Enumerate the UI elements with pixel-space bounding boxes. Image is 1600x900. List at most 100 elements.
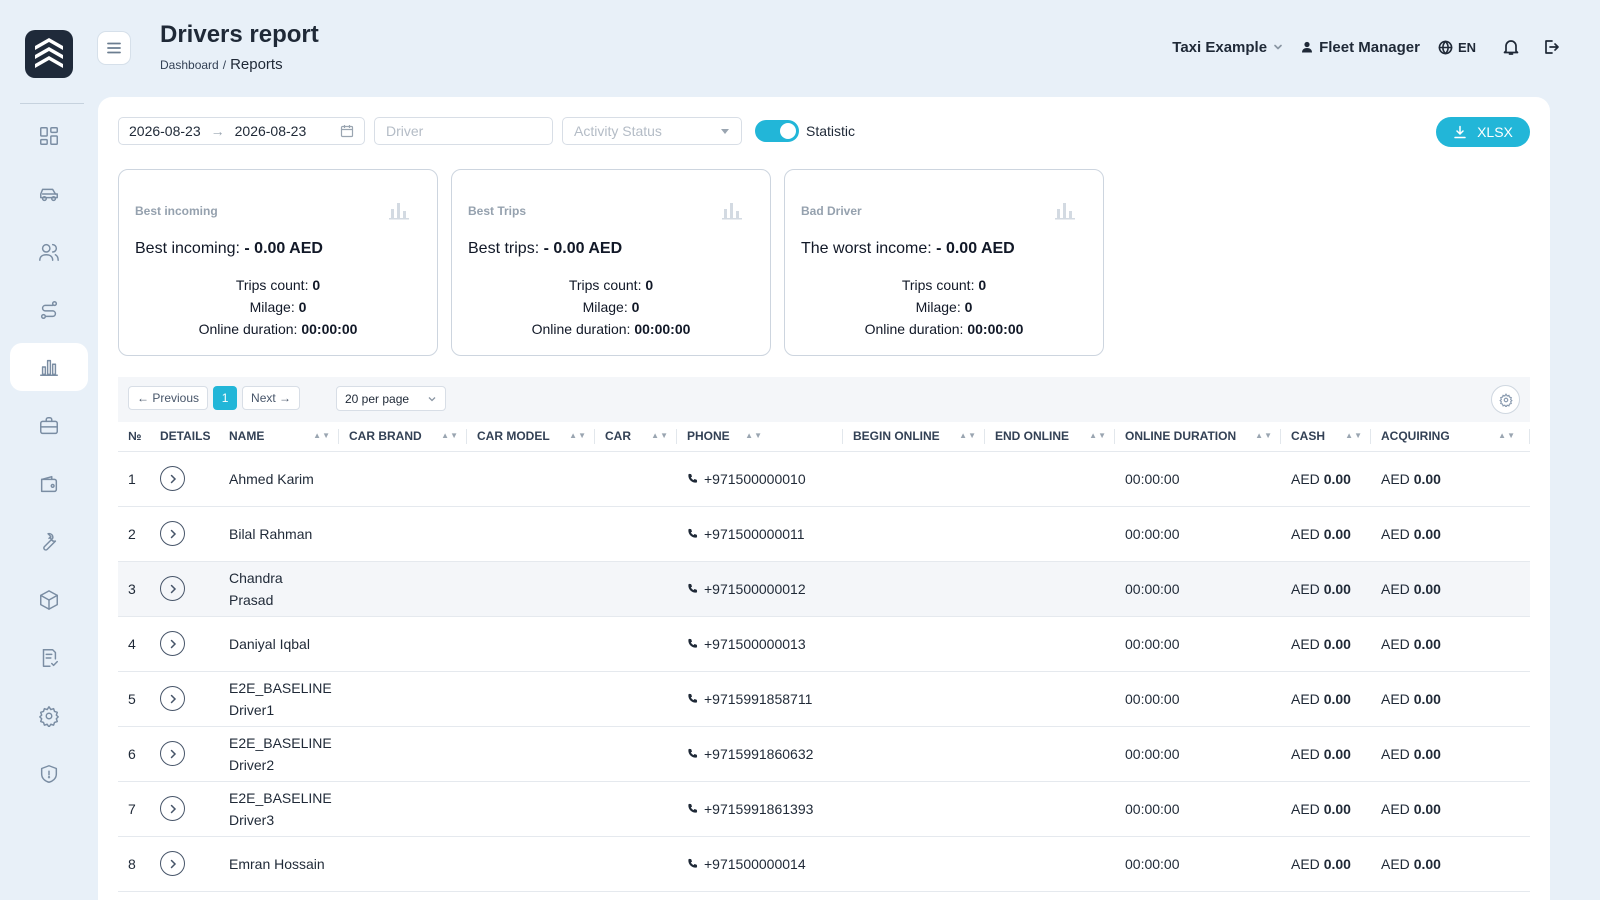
per-page-select[interactable]: 20 per page (336, 386, 446, 411)
date-to[interactable]: 2026-08-23 (235, 123, 307, 139)
sort-icon[interactable]: ▲▼ (569, 431, 587, 440)
car-cell (595, 671, 677, 727)
sort-icon[interactable]: ▲▼ (651, 431, 669, 440)
sidebar-item-dashboard[interactable] (10, 112, 88, 160)
date-from[interactable]: 2026-08-23 (129, 123, 201, 139)
milage-label: Milage: (915, 299, 961, 315)
details-cell (150, 671, 219, 727)
user-menu[interactable]: Fleet Manager (1301, 39, 1420, 56)
next-page-button[interactable]: Next → (242, 386, 301, 410)
notifications-button[interactable] (1502, 38, 1520, 56)
table-row[interactable]: 4 Daniyal Iqbal +971500000013 00:00:00 A… (118, 616, 1530, 672)
table-row[interactable]: 5 E2E_BASELINE Driver1 +9715991858711 00:… (118, 671, 1530, 727)
column-header-online-duration[interactable]: ONLINE DURATION ▲▼ (1115, 422, 1281, 452)
details-button[interactable] (160, 686, 185, 711)
table-row[interactable]: 2 Bilal Rahman +971500000011 00:00:00 AE… (118, 506, 1530, 562)
page-title: Drivers report (160, 21, 319, 48)
details-button[interactable] (160, 631, 185, 656)
sort-icon[interactable]: ▲▼ (313, 431, 331, 440)
column-header-car[interactable]: CAR ▲▼ (595, 422, 677, 452)
details-button[interactable] (160, 741, 185, 766)
breadcrumb-dashboard[interactable]: Dashboard (160, 58, 219, 72)
sort-icon[interactable]: ▲▼ (1498, 431, 1516, 440)
table-settings-button[interactable] (1491, 385, 1520, 414)
export-xlsx-button[interactable]: XLSX (1436, 117, 1530, 147)
page-number-button[interactable]: 1 (213, 386, 238, 410)
end-online-cell (985, 451, 1115, 507)
route-icon (40, 301, 58, 319)
sort-icon[interactable]: ▲▼ (1089, 431, 1107, 440)
activity-status-select[interactable]: Activity Status (562, 117, 742, 145)
sidebar-item-service[interactable] (10, 518, 88, 566)
sidebar-item-settings[interactable] (10, 692, 88, 740)
company-selector[interactable]: Taxi Example (1172, 39, 1283, 56)
menu-toggle-button[interactable] (97, 31, 131, 65)
table-row[interactable]: 1 Ahmed Karim +971500000010 00:00:00 AED… (118, 451, 1530, 507)
column-header-phone[interactable]: PHONE ▲▼ (677, 422, 843, 452)
begin-online-cell (843, 781, 985, 837)
phone-number[interactable]: +971500000014 (704, 853, 806, 875)
phone-number[interactable]: +971500000013 (704, 633, 806, 655)
table-row[interactable]: 3 Chandra Prasad +971500000012 00:00:00 … (118, 561, 1530, 617)
phone-number[interactable]: +971500000012 (704, 578, 806, 600)
column-header-car-brand[interactable]: CAR BRAND ▲▼ (339, 422, 467, 452)
activity-status-placeholder: Activity Status (574, 123, 662, 139)
car-model-cell (467, 561, 595, 617)
sidebar-item-tasks[interactable] (10, 634, 88, 682)
statistic-toggle[interactable] (755, 120, 799, 142)
phone-number[interactable]: +9715991861393 (704, 798, 813, 820)
chevron-right-icon (170, 804, 176, 813)
stat-card-best-trips: Best Trips Best trips: - 0.00 AED Trips … (451, 169, 771, 356)
phone-number[interactable]: +971500000011 (704, 523, 805, 545)
online-duration-cell: 00:00:00 (1115, 561, 1281, 617)
driver-name: E2E_BASELINE Driver3 (219, 781, 339, 837)
language-selector[interactable]: EN (1438, 40, 1476, 55)
sidebar-item-drivers[interactable] (10, 228, 88, 276)
column-header-cash[interactable]: CASH ▲▼ (1281, 422, 1371, 452)
row-number: 3 (118, 561, 150, 617)
sidebar-item-reports[interactable] (10, 343, 88, 391)
sort-icon[interactable]: ▲▼ (441, 431, 459, 440)
sidebar-item-wallet[interactable] (10, 460, 88, 508)
user-name: Fleet Manager (1319, 38, 1420, 56)
end-online-cell (985, 836, 1115, 892)
phone-cell: +971500000012 (677, 561, 843, 617)
sidebar-item-cars[interactable] (10, 170, 88, 218)
date-range-picker[interactable]: 2026-08-23 → 2026-08-23 (118, 117, 365, 145)
column-header-begin-online[interactable]: BEGIN ONLINE ▲▼ (843, 422, 985, 452)
cash-cell: AED 0.00 (1281, 781, 1371, 837)
sidebar-item-routes[interactable] (10, 286, 88, 334)
logo[interactable] (25, 30, 73, 78)
cash-cell: AED 0.00 (1281, 451, 1371, 507)
column-header-name[interactable]: NAME ▲▼ (219, 422, 339, 452)
details-button[interactable] (160, 851, 185, 876)
sort-icon[interactable]: ▲▼ (1345, 431, 1363, 440)
driver-input[interactable]: Driver (374, 117, 553, 145)
sort-icon[interactable]: ▲▼ (745, 431, 763, 440)
car-brand-cell (339, 616, 467, 672)
details-button[interactable] (160, 466, 185, 491)
column-header-end-online[interactable]: END ONLINE ▲▼ (985, 422, 1115, 452)
sidebar-item-inventory[interactable] (10, 576, 88, 624)
phone-number[interactable]: +9715991860632 (704, 743, 813, 765)
logout-button[interactable] (1542, 38, 1560, 56)
column-header-car-model[interactable]: CAR MODEL ▲▼ (467, 422, 595, 452)
sort-icon[interactable]: ▲▼ (959, 431, 977, 440)
table-row[interactable]: 7 E2E_BASELINE Driver3 +9715991861393 00:… (118, 781, 1530, 837)
online-duration-cell: 00:00:00 (1115, 506, 1281, 562)
column-header-acquiring[interactable]: ACQUIRING ▲▼ (1371, 422, 1530, 452)
details-button[interactable] (160, 576, 185, 601)
sort-icon[interactable]: ▲▼ (1255, 431, 1273, 440)
sidebar-item-business[interactable] (10, 402, 88, 450)
logout-icon (1545, 40, 1559, 54)
sidebar-item-security[interactable] (10, 750, 88, 798)
previous-page-button[interactable]: ← Previous (128, 386, 209, 410)
table-row[interactable]: 8 Emran Hossain +971500000014 00:00:00 A… (118, 836, 1530, 892)
details-button[interactable] (160, 521, 185, 546)
phone-number[interactable]: +9715991858711 (704, 688, 812, 710)
table-row[interactable]: 6 E2E_BASELINE Driver2 +9715991860632 00:… (118, 726, 1530, 782)
car-brand-cell (339, 561, 467, 617)
phone-icon (688, 803, 698, 813)
phone-number[interactable]: +971500000010 (704, 468, 806, 490)
details-button[interactable] (160, 796, 185, 821)
